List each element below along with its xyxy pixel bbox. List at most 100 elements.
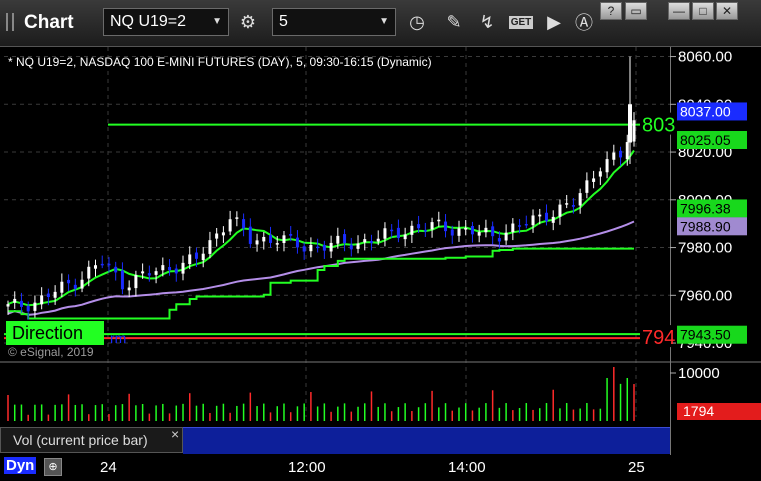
close-icon[interactable]: ×: [171, 422, 179, 446]
symbol-input-value: NQ U19=2: [110, 13, 187, 30]
candle-body: [13, 298, 17, 303]
help-button[interactable]: ?: [600, 2, 622, 20]
candle-body: [154, 271, 158, 275]
candle-body: [269, 235, 273, 243]
interval-input[interactable]: 5 ▼: [272, 8, 396, 36]
candle-body: [40, 295, 44, 305]
price-tick-label: 8060.00: [678, 49, 732, 66]
candle-body: [343, 234, 347, 244]
candle-body: [329, 242, 333, 252]
restore-button[interactable]: ▭: [625, 2, 647, 20]
price-tag-label: 8025.05: [680, 132, 731, 148]
candle-body: [60, 281, 64, 293]
candle-body: [450, 229, 454, 236]
candle-body: [120, 270, 124, 290]
candle-body: [524, 223, 528, 226]
time-tick-label: 14:00: [448, 459, 486, 476]
pencil-icon[interactable]: ✎: [440, 8, 468, 36]
candle-body: [497, 238, 501, 242]
direction-label: Direction: [12, 323, 83, 343]
chart-grip-icon: [6, 13, 14, 31]
candle-body: [275, 243, 279, 245]
candle-body: [538, 214, 542, 217]
indicator-lines: [4, 123, 670, 340]
zoom-icon[interactable]: ⊕: [44, 458, 62, 476]
candle-body: [417, 224, 421, 229]
candle-body: [369, 241, 373, 243]
candle-body: [215, 233, 219, 239]
time-tick-label: 25: [628, 459, 645, 476]
candle-body: [322, 245, 326, 251]
play-icon[interactable]: ▶: [540, 8, 568, 36]
candle-body: [46, 293, 50, 298]
candle-body: [188, 254, 192, 265]
maximize-button[interactable]: □: [692, 2, 714, 20]
candle-body: [208, 240, 212, 254]
symbol-input[interactable]: NQ U19=2 ▼: [103, 8, 229, 36]
candle-body: [390, 229, 394, 232]
candle-body: [53, 291, 57, 298]
candle-body: [565, 203, 569, 205]
candle-body: [444, 221, 448, 232]
candle-body: [174, 268, 178, 274]
close-button[interactable]: ✕: [716, 2, 738, 20]
candle-body: [201, 253, 205, 261]
candle-body: [592, 178, 596, 182]
candle-body: [430, 222, 434, 230]
candle-body: [632, 120, 636, 142]
candle-body: [423, 230, 427, 232]
volume-tick-label: 10000: [678, 365, 720, 382]
candle-body: [544, 212, 548, 222]
candle-body: [571, 205, 575, 207]
candle-body: [141, 271, 145, 274]
time-tick-label: 24: [100, 459, 117, 476]
candle-body: [309, 245, 313, 252]
candle-body: [585, 180, 589, 193]
candle-body: [114, 266, 118, 273]
price-tag-label: 8037.00: [680, 103, 731, 119]
line-value-label: 803: [642, 115, 675, 137]
volume-pane-label: Vol (current price bar): [13, 432, 148, 448]
volume-current-label: 1794: [683, 403, 714, 419]
minimize-button[interactable]: —: [668, 2, 690, 20]
candle-body: [168, 266, 172, 271]
candle-body: [349, 244, 353, 250]
price-axis: 7940.007960.007980.008000.008020.008040.…: [670, 47, 761, 455]
clock-icon[interactable]: ◷: [403, 8, 431, 36]
candle-body: [26, 305, 30, 312]
candle-body: [396, 227, 400, 239]
fast-moving-average: [7, 149, 635, 307]
candle-body: [477, 232, 481, 236]
candle-body: [248, 226, 252, 244]
candle-body: [619, 150, 623, 158]
candle-body: [33, 302, 37, 311]
candle-body: [100, 263, 104, 266]
price-tick-label: 7980.00: [678, 240, 732, 257]
study-icon[interactable]: ↯: [473, 8, 501, 36]
alert-icon[interactable]: Ⓐ: [570, 8, 598, 36]
chevron-down-icon[interactable]: ▼: [212, 9, 222, 35]
window-title: Chart: [24, 12, 74, 33]
price-tag-label: 7943.50: [680, 327, 731, 343]
price-tick-label: 7960.00: [678, 287, 732, 304]
candle-body: [464, 227, 468, 230]
chart-toolbar: Chart NQ U19=2 ▼ ⚙ 5 ▼ ◷ ✎ ↯ GET ▶ Ⓐ ? ▭…: [0, 0, 761, 47]
volume-pane-bar: [183, 427, 670, 454]
price-chart[interactable]: 7940.007960.007980.008000.008020.008040.…: [0, 47, 761, 455]
candle-body: [531, 215, 535, 226]
candle-body: [457, 228, 461, 236]
settings-gear-icon[interactable]: ⚙: [234, 8, 262, 36]
candle-body: [336, 235, 340, 244]
candle-body: [484, 227, 488, 233]
dyn-button[interactable]: Dyn: [4, 457, 37, 474]
time-axis: Dyn ⊕ 24 12:00 14:00 25: [0, 455, 761, 481]
candle-body: [470, 225, 474, 235]
candle-body: [403, 234, 407, 240]
candle-body: [551, 216, 555, 223]
candle-body: [147, 273, 151, 276]
get-button[interactable]: GET: [506, 8, 536, 36]
price-tag-label: 7996.38: [680, 200, 731, 216]
volume-pane-tab[interactable]: Vol (current price bar) ×: [0, 426, 183, 453]
chevron-down-icon[interactable]: ▼: [379, 9, 389, 35]
candle-body: [67, 279, 71, 284]
